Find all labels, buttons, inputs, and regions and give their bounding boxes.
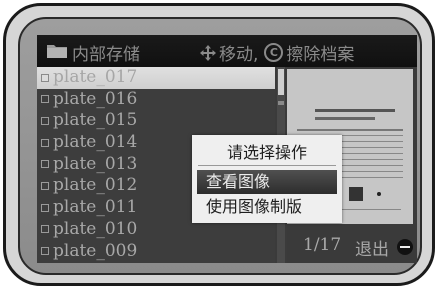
file-name: plate_012 xyxy=(53,175,138,196)
file-bullet-icon xyxy=(41,247,49,255)
file-name: plate_010 xyxy=(53,218,138,239)
file-bullet-icon xyxy=(41,160,49,169)
view-image-option[interactable]: 查看图像 xyxy=(197,170,337,194)
file-name: plate_009 xyxy=(53,240,138,261)
file-bullet-icon xyxy=(41,116,49,125)
file-bullet-icon xyxy=(41,181,49,190)
file-name: plate_011 xyxy=(53,197,138,218)
exit-icon[interactable] xyxy=(397,239,413,255)
scroll-thumb[interactable] xyxy=(278,69,284,95)
dialog-title: 请选择操作 xyxy=(226,143,307,162)
file-bullet-icon xyxy=(41,138,49,147)
file-name: plate_017 xyxy=(53,67,138,87)
folder-icon xyxy=(47,45,67,58)
file-bullet-icon xyxy=(41,203,49,212)
move-icon xyxy=(200,44,216,61)
file-item[interactable]: plate_015 xyxy=(37,110,275,132)
file-bullet-icon xyxy=(41,95,49,104)
copy-symbol-icon: C xyxy=(264,43,284,62)
file-name: plate_016 xyxy=(53,88,138,109)
use-image-for-plate-option[interactable]: 使用图像制版 xyxy=(197,195,337,219)
header-bar: 内部存储 移动, C 擦除档案 xyxy=(37,35,417,67)
page-counter: 1/17 xyxy=(303,235,342,255)
scroll-arrow-icon xyxy=(278,101,284,105)
file-item[interactable]: plate_017 xyxy=(37,67,275,89)
file-bullet-icon xyxy=(41,225,49,234)
key-hints: 移动, C 擦除档案 xyxy=(199,40,354,65)
operation-dialog: 请选择操作 查看图像 使用图像制版 xyxy=(192,135,342,223)
file-name: plate_014 xyxy=(53,132,138,153)
file-name: plate_013 xyxy=(53,153,138,174)
storage-title: 内部存储 xyxy=(72,45,140,65)
file-bullet-icon xyxy=(41,73,49,82)
delete-label: 擦除档案 xyxy=(286,45,355,65)
exit-label: 退出 xyxy=(355,240,389,260)
move-label: 移动, xyxy=(219,45,259,65)
screen: 内部存储 移动, C 擦除档案 plate_017 plate_016 plate_… xyxy=(37,35,417,263)
file-name: plate_015 xyxy=(53,110,138,131)
file-item[interactable]: plate_009 xyxy=(37,241,275,263)
dialog-divider xyxy=(198,165,336,166)
file-item[interactable]: plate_016 xyxy=(37,89,275,111)
